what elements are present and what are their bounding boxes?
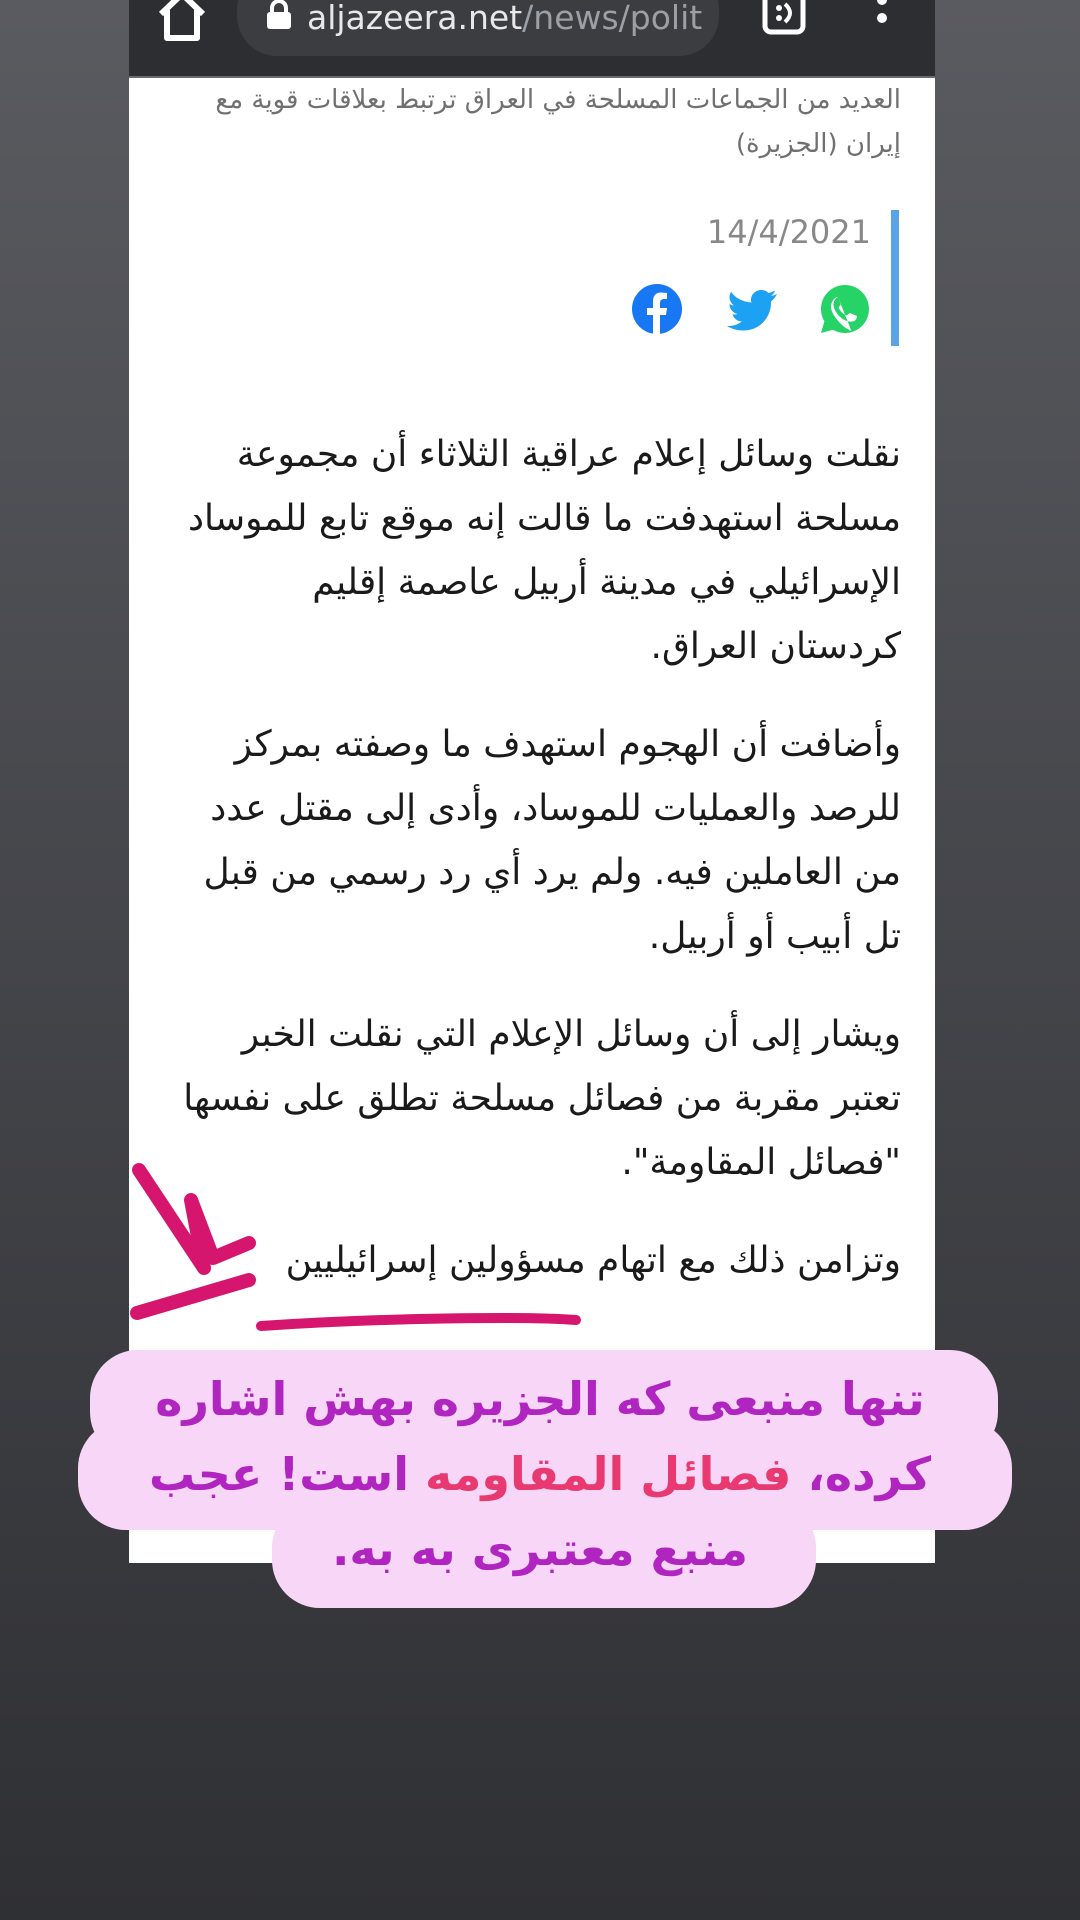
- url-host: aljazeera.net: [307, 0, 523, 37]
- twitter-icon[interactable]: [726, 283, 778, 335]
- meta-accent-bar: [891, 210, 899, 346]
- browser-toolbar: aljazeera.net/news/polit: [129, 0, 935, 78]
- image-caption: العديد من الجماعات المسلحة في العراق ترت…: [215, 85, 901, 159]
- page-content: العديد من الجماعات المسلحة في العراق ترت…: [129, 78, 935, 1563]
- article-paragraph: نقلت وسائل إعلام عراقية الثلاثاء أن مجمو…: [188, 434, 901, 667]
- lock-icon: [267, 0, 291, 29]
- url-text: aljazeera.net/news/polit: [307, 0, 702, 37]
- facebook-icon[interactable]: [631, 283, 683, 335]
- annotation-line-3: منبع معتبری به به.: [331, 1522, 749, 1576]
- whatsapp-icon[interactable]: [819, 283, 871, 335]
- article-paragraph: وأضافت أن الهجوم استهدف ما وصفته بمركز ل…: [203, 724, 901, 957]
- annotation-text-start: کرده،: [807, 1447, 931, 1501]
- more-vert-icon[interactable]: [869, 0, 895, 40]
- home-icon[interactable]: [155, 0, 209, 42]
- annotation-line-2: کرده، فصائل المقاومه است! عجب: [0, 1447, 1080, 1501]
- marker-annotation: [130, 1163, 581, 1331]
- article-date: 14/4/2021: [706, 213, 871, 251]
- tab-switcher-icon[interactable]: [761, 0, 807, 36]
- annotation-highlight: فصائل المقاومه: [425, 1447, 792, 1501]
- annotation-line-1: تنها منبعی که الجزیره بهش اشاره: [155, 1372, 925, 1426]
- browser-window: aljazeera.net/news/polit العديد من الجما…: [129, 0, 935, 1563]
- annotation-text-end: است! عجب: [149, 1447, 410, 1501]
- address-bar[interactable]: aljazeera.net/news/polit: [237, 0, 719, 56]
- url-path: /news/polit: [522, 0, 703, 37]
